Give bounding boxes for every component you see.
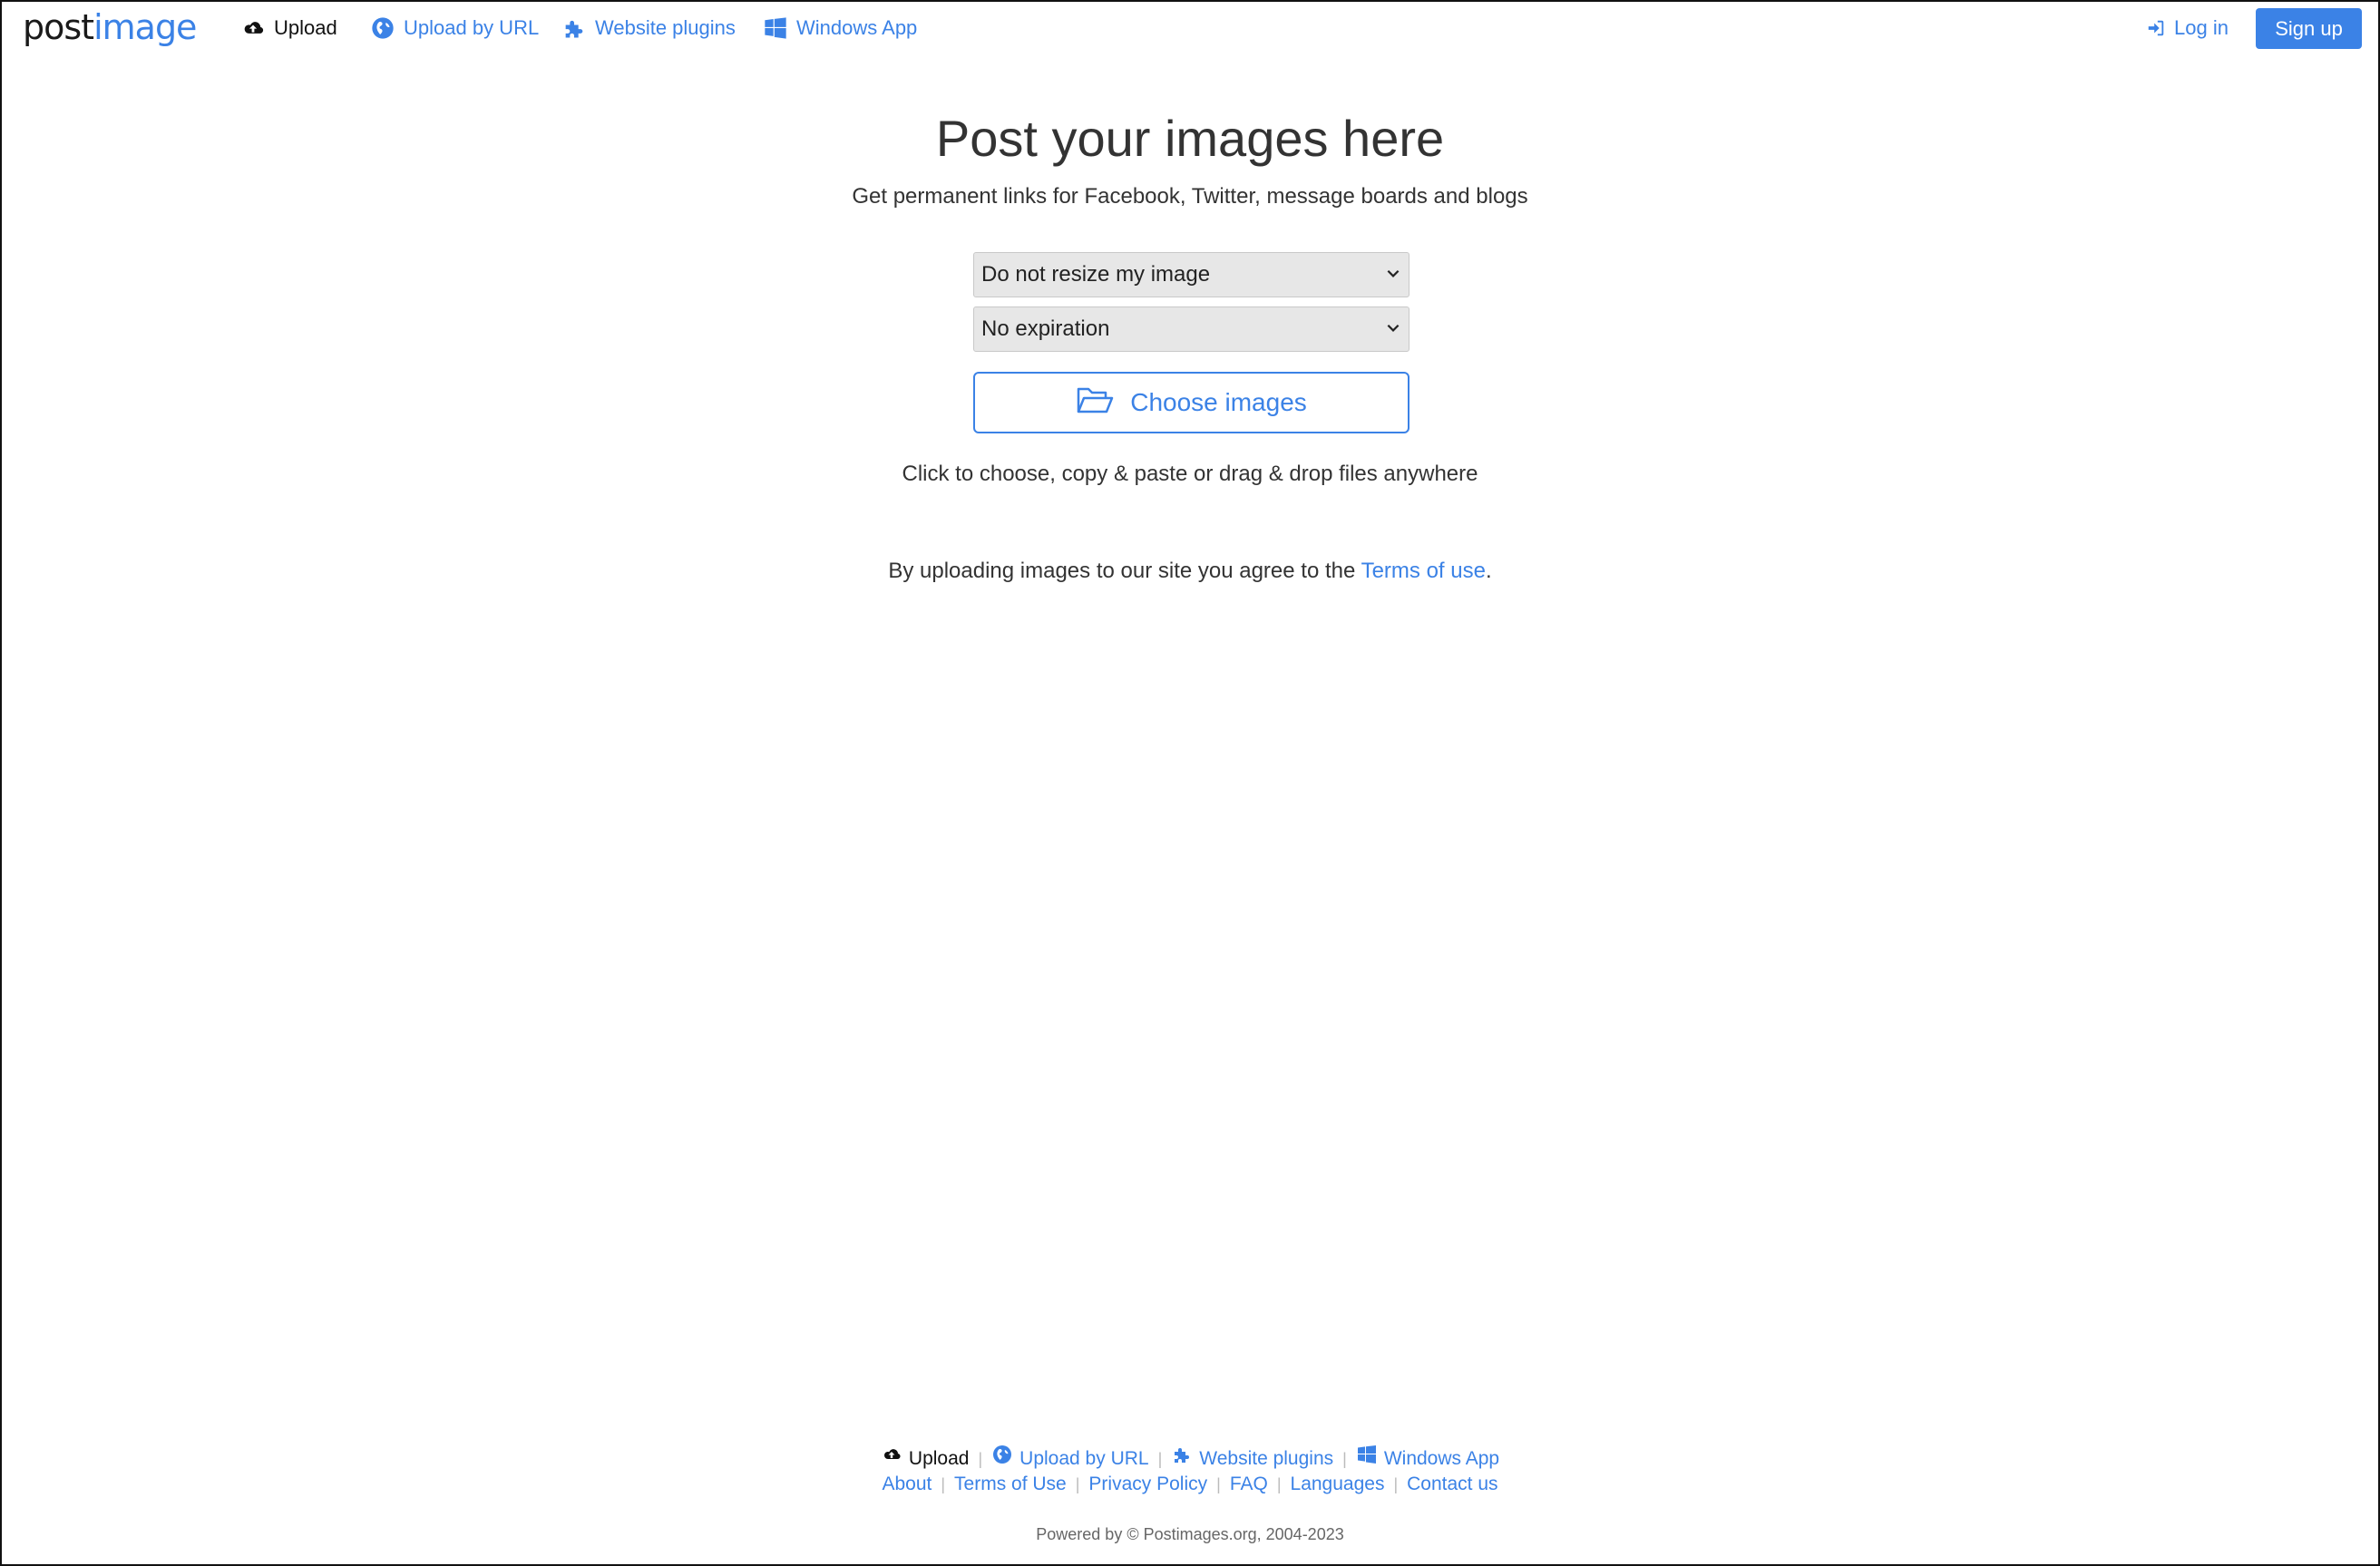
separator: |: [1157, 1449, 1163, 1468]
footer-about-link[interactable]: About: [882, 1471, 932, 1498]
separator: |: [941, 1475, 946, 1493]
footer-languages-link[interactable]: Languages: [1291, 1471, 1385, 1498]
terms-notice: By uploading images to our site you agre…: [2, 556, 2378, 587]
expiration-select-value: No expiration: [981, 316, 1110, 341]
footer-website-plugins-link[interactable]: Website plugins: [1171, 1444, 1333, 1474]
footer-windows-app-label: Windows App: [1383, 1447, 1500, 1469]
postimage-logo[interactable]: postimage: [23, 7, 197, 47]
footer-links-row: About | Terms of Use | Privacy Policy | …: [2, 1471, 2378, 1498]
separator: |: [1216, 1475, 1221, 1493]
sign-in-icon: [2146, 18, 2166, 38]
nav-upload-label: Upload: [274, 16, 337, 39]
separator: |: [1393, 1475, 1399, 1493]
puzzle-icon: [561, 15, 587, 41]
choose-images-label: Choose images: [1130, 388, 1307, 416]
resize-select[interactable]: Do not resize my image: [973, 252, 1409, 297]
footer-terms-link[interactable]: Terms of Use: [954, 1471, 1067, 1498]
puzzle-icon: [1171, 1444, 1193, 1474]
folder-open-icon: [1076, 384, 1114, 422]
separator: |: [1276, 1475, 1282, 1493]
nav-windows-app-label: Windows App: [796, 16, 918, 39]
footer-nav-row: Upload | Upload by URL | Website plugins…: [2, 1444, 2378, 1474]
nav-website-plugins-label: Website plugins: [595, 16, 736, 39]
cloud-upload-icon: [240, 15, 266, 41]
windows-icon: [763, 15, 788, 41]
nav-upload-by-url-label: Upload by URL: [404, 16, 540, 39]
page-title: Post your images here: [935, 110, 1445, 167]
resize-select-value: Do not resize my image: [981, 262, 1211, 287]
top-navbar: postimage Upload Upload by URL Website p…: [2, 2, 2378, 54]
footer-upload-by-url-link[interactable]: Upload by URL: [991, 1444, 1149, 1474]
windows-icon: [1356, 1444, 1378, 1474]
footer-faq-link[interactable]: FAQ: [1230, 1471, 1268, 1498]
page-subtitle: Get permanent links for Facebook, Twitte…: [852, 184, 1528, 209]
terms-suffix: .: [1485, 559, 1492, 583]
footer-upload-link[interactable]: Upload: [881, 1444, 970, 1474]
chevron-down-icon: [1385, 316, 1401, 342]
upload-hint: Click to choose, copy & paste or drag & …: [902, 462, 1478, 486]
nav-upload[interactable]: Upload: [240, 15, 337, 42]
globe-icon: [370, 15, 395, 41]
logo-text-accent: image: [93, 7, 197, 47]
nav-login[interactable]: Log in: [2146, 15, 2229, 42]
footer-contact-link[interactable]: Contact us: [1407, 1471, 1497, 1498]
signup-button[interactable]: Sign up: [2256, 8, 2362, 49]
choose-images-button[interactable]: Choose images: [973, 372, 1409, 433]
separator: |: [1342, 1449, 1347, 1468]
footer-privacy-link[interactable]: Privacy Policy: [1088, 1471, 1207, 1498]
terms-prefix: By uploading images to our site you agre…: [888, 559, 1361, 583]
cloud-upload-icon: [881, 1444, 902, 1474]
expiration-select[interactable]: No expiration: [973, 306, 1409, 352]
chevron-down-icon: [1385, 262, 1401, 287]
nav-login-label: Log in: [2174, 16, 2229, 39]
nav-upload-by-url[interactable]: Upload by URL: [370, 15, 539, 42]
powered-by-text: Powered by © Postimages.org, 2004-2023: [1036, 1525, 1344, 1543]
terms-of-use-link[interactable]: Terms of use: [1361, 559, 1486, 583]
footer-windows-app-link[interactable]: Windows App: [1356, 1444, 1499, 1474]
footer-website-plugins-label: Website plugins: [1199, 1447, 1334, 1469]
globe-icon: [991, 1444, 1013, 1474]
nav-windows-app[interactable]: Windows App: [763, 15, 917, 42]
logo-text-dark: post: [23, 7, 94, 47]
separator: |: [1075, 1475, 1080, 1493]
footer-upload-label: Upload: [908, 1447, 970, 1469]
footer-upload-by-url-label: Upload by URL: [1019, 1447, 1149, 1469]
separator: |: [978, 1449, 983, 1468]
nav-website-plugins[interactable]: Website plugins: [561, 15, 736, 42]
